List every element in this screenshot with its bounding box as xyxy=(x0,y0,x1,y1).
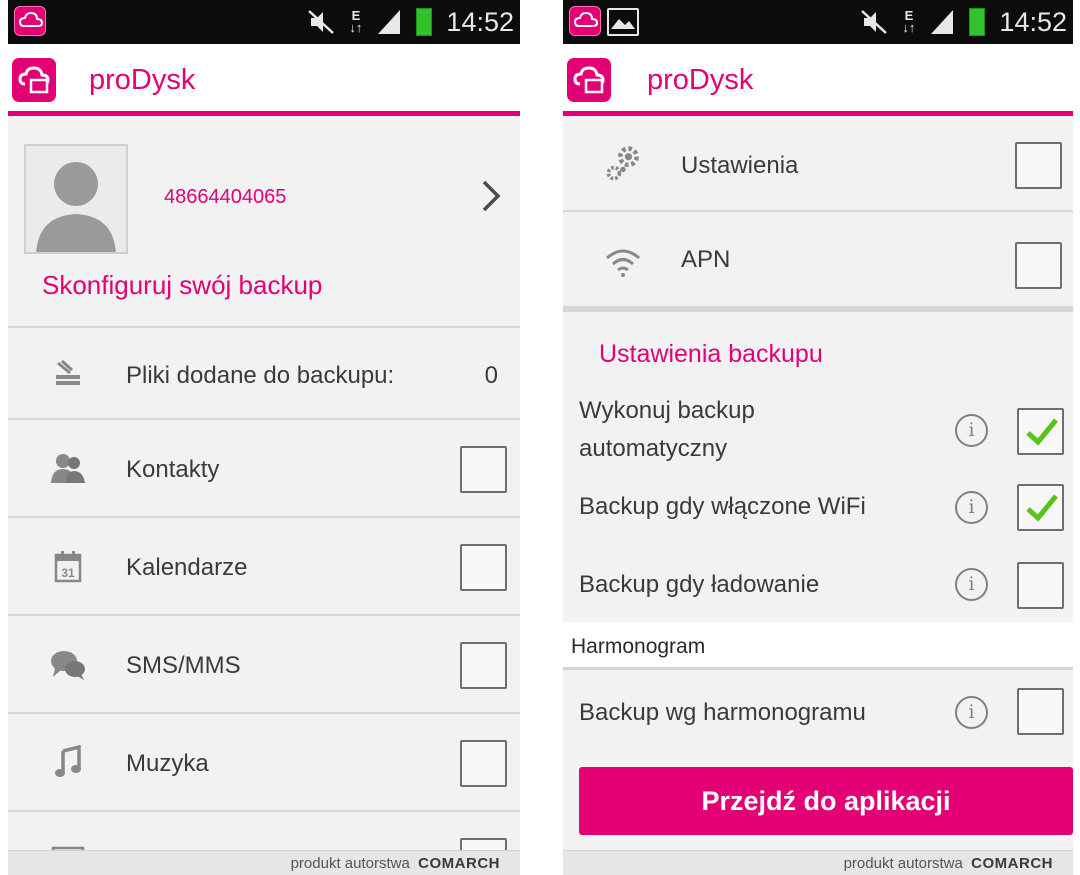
list-item-kontakty[interactable]: Kontakty xyxy=(8,420,520,518)
mute-icon xyxy=(861,10,888,34)
checkbox-auto-backup[interactable] xyxy=(1017,408,1064,455)
setting-label: Backup wg harmonogramu xyxy=(579,699,866,726)
prodysk-notification-icon xyxy=(14,6,46,36)
harmonogram-header: Harmonogram xyxy=(563,622,1073,670)
checkbox-wifi-backup[interactable] xyxy=(1017,484,1064,531)
app-title: proDysk xyxy=(647,64,754,96)
checkbox-ustawienia[interactable] xyxy=(1015,142,1062,189)
prodysk-notification-icon xyxy=(569,6,601,36)
signal-icon xyxy=(931,10,954,34)
footer: produkt autorstwa COMARCH xyxy=(563,850,1073,875)
footer-text: produkt autorstwa COMARCH xyxy=(290,855,500,872)
list-item-label: APN xyxy=(681,246,731,273)
backup-settings-title: Ustawienia backupu xyxy=(599,340,823,368)
wifi-icon xyxy=(603,242,643,282)
image-notification-icon xyxy=(607,8,639,36)
go-to-app-button[interactable]: Przejdź do aplikacji xyxy=(579,767,1073,835)
list-item-filmy-partial[interactable] xyxy=(8,812,520,875)
profile-card[interactable]: 48664404065 Skonfiguruj swój backup xyxy=(8,116,520,328)
mute-icon xyxy=(308,10,335,34)
files-count: 0 xyxy=(484,362,498,389)
list-item-label: Muzyka xyxy=(126,750,209,777)
checkbox-schedule-backup[interactable] xyxy=(1017,688,1064,735)
list-item-label: Kontakty xyxy=(126,456,220,483)
footer: produkt autorstwa COMARCH xyxy=(8,850,520,875)
setting-label: Wykonuj backup automatyczny xyxy=(579,397,755,462)
app-bar: proDysk xyxy=(563,44,1073,116)
avatar xyxy=(24,144,128,254)
calendar-icon: 31 xyxy=(48,546,88,586)
info-icon[interactable]: i xyxy=(955,696,988,729)
list-item-label: Kalendarze xyxy=(126,554,248,581)
list-item-label: Ustawienia xyxy=(681,152,799,179)
app-title: proDysk xyxy=(89,64,196,96)
data-arrows-icon: E ↓↑ xyxy=(902,8,916,35)
svg-text:31: 31 xyxy=(61,566,75,580)
battery-icon xyxy=(969,8,986,36)
clock: 14:52 xyxy=(999,6,1067,37)
list-item-apn[interactable]: APN xyxy=(563,212,1073,312)
app-bar: proDysk xyxy=(8,44,520,116)
status-bar: E ↓↑ 14:52 xyxy=(8,0,520,44)
list-item-sms[interactable]: SMS/MMS xyxy=(8,616,520,714)
list-item-ustawienia[interactable]: Ustawienia xyxy=(563,116,1073,212)
checkbox-kontakty[interactable] xyxy=(460,446,507,493)
checkbox-charging-backup[interactable] xyxy=(1017,562,1064,609)
config-title: Skonfiguruj swój backup xyxy=(42,270,323,300)
clock: 14:52 xyxy=(446,6,514,37)
messages-icon xyxy=(48,644,88,684)
list-item-muzyka[interactable]: Muzyka xyxy=(8,714,520,812)
data-arrows-icon: E ↓↑ xyxy=(349,8,363,35)
battery-icon xyxy=(416,8,433,36)
app-logo-icon xyxy=(12,58,56,102)
app-logo-icon xyxy=(567,58,611,102)
harmonogram-title: Harmonogram xyxy=(571,635,706,658)
list-item-kalendarze[interactable]: 31 Kalendarze xyxy=(8,518,520,616)
status-bar: E ↓↑ 14:52 xyxy=(563,0,1073,44)
files-icon xyxy=(48,354,88,394)
info-icon[interactable]: i xyxy=(955,414,988,447)
checkbox-muzyka[interactable] xyxy=(460,740,507,787)
contacts-icon xyxy=(48,448,88,488)
right-screen: E ↓↑ 14:52 proDysk Ustawienia APN Ustawie… xyxy=(563,0,1073,875)
checkbox-kalendarze[interactable] xyxy=(460,544,507,591)
info-icon[interactable]: i xyxy=(955,491,988,524)
gears-icon xyxy=(603,144,643,184)
setting-label: Backup gdy ładowanie xyxy=(579,571,820,598)
footer-text: produkt autorstwa COMARCH xyxy=(843,855,1053,872)
list-item-label: SMS/MMS xyxy=(126,652,241,679)
info-icon[interactable]: i xyxy=(955,568,988,601)
phone-number: 48664404065 xyxy=(164,186,287,208)
checkbox-sms[interactable] xyxy=(460,642,507,689)
music-icon xyxy=(48,742,88,782)
files-row: Pliki dodane do backupu: 0 xyxy=(8,328,520,420)
left-screen: E ↓↑ 14:52 proDysk 48664404065 Skonfiguru… xyxy=(8,0,520,875)
checkbox-apn[interactable] xyxy=(1015,242,1062,289)
setting-label: Backup gdy włączone WiFi xyxy=(579,493,866,520)
chevron-right-icon[interactable] xyxy=(476,178,506,214)
files-label: Pliki dodane do backupu: xyxy=(126,362,395,389)
signal-icon xyxy=(378,10,401,34)
